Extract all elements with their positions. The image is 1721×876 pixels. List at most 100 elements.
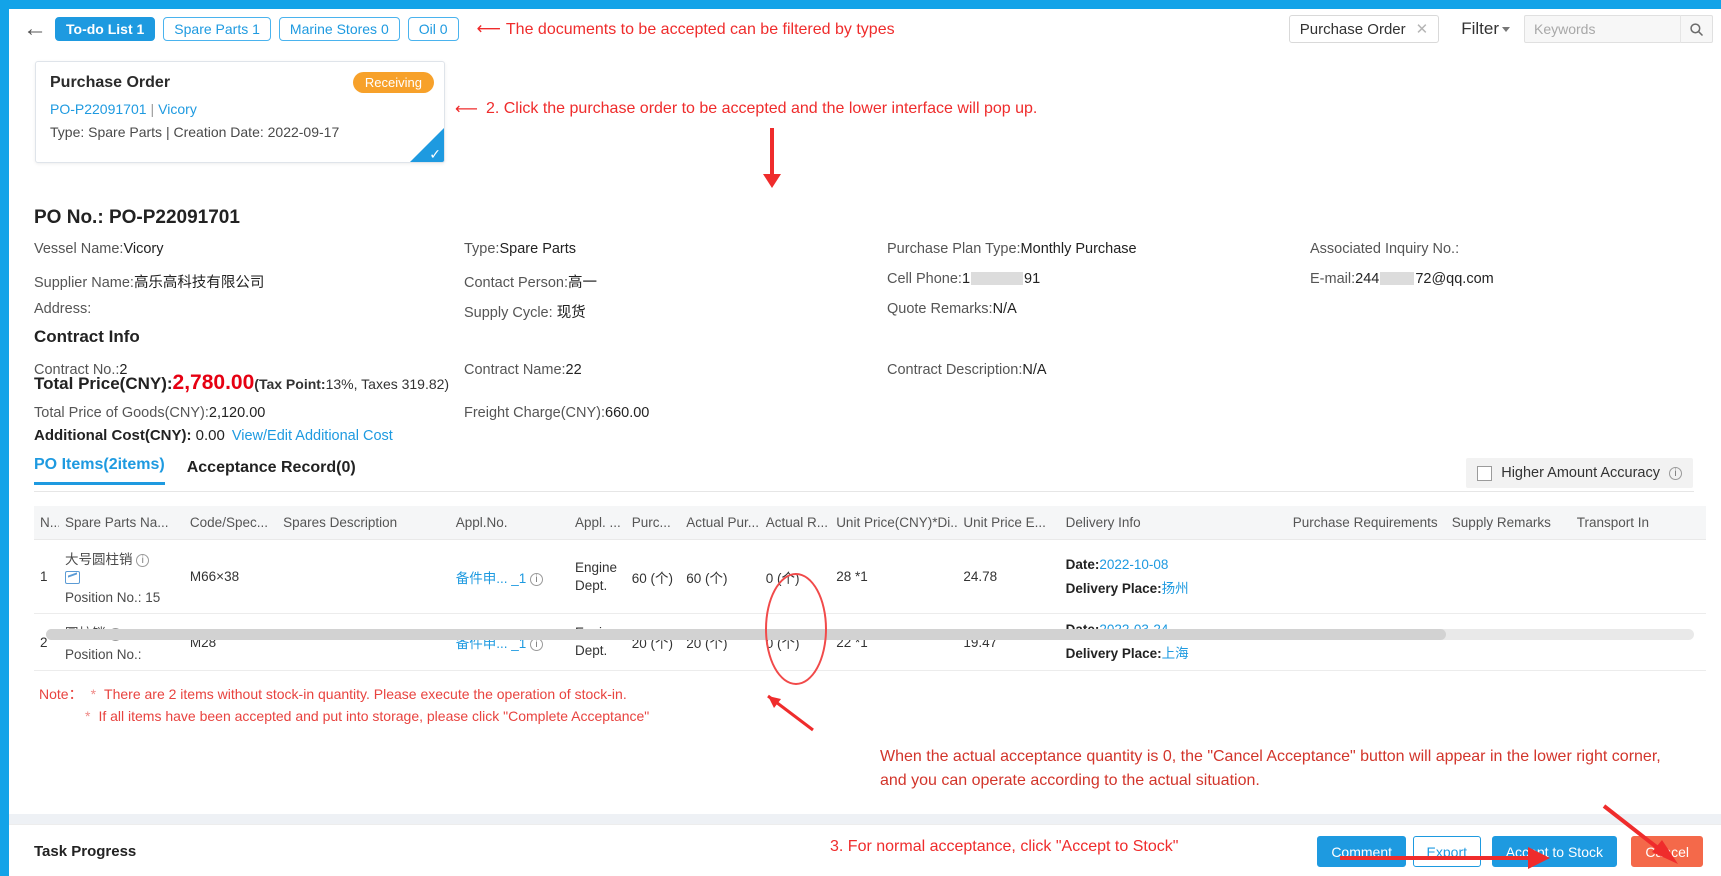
po-no-label: PO No.: bbox=[34, 207, 104, 228]
col-appl-no[interactable]: Appl.No. bbox=[449, 506, 569, 540]
delivery-place-label: Delivery Place: bbox=[1065, 580, 1162, 596]
left-accent-rail bbox=[0, 9, 9, 876]
card-vessel[interactable]: Vicory bbox=[158, 101, 197, 117]
cell-position-value: 15 bbox=[145, 590, 161, 605]
image-icon[interactable] bbox=[64, 571, 80, 584]
bullet-star-icon: * bbox=[85, 707, 91, 724]
tax-point-label: (Tax Point: bbox=[254, 376, 326, 392]
additional-cost-label: Additional Cost(CNY): bbox=[34, 427, 192, 444]
card-subtitle: PO-P22091701 | Vicory bbox=[50, 101, 197, 117]
scrollbar-thumb[interactable] bbox=[46, 629, 1446, 640]
field-email-value-suffix: 72@qq.com bbox=[1415, 271, 1494, 287]
col-supply-remarks[interactable]: Supply Remarks bbox=[1445, 506, 1571, 540]
cell-supply-remarks bbox=[1445, 539, 1571, 614]
check-mark-icon: ✓ bbox=[429, 146, 441, 162]
card-po-no[interactable]: PO-P22091701 bbox=[50, 101, 147, 117]
col-purc-qty[interactable]: Purc... bbox=[625, 506, 681, 540]
table-row[interactable]: 2 圆柱销 i Position No.: M28 bbox=[34, 613, 1706, 671]
col-purchase-requirements[interactable]: Purchase Requirements bbox=[1286, 506, 1446, 540]
search-box bbox=[1524, 15, 1713, 43]
field-total-price-of-goods-value: 2,120.00 bbox=[208, 405, 266, 421]
cell-appl-no-link[interactable]: 备件申... _1 bbox=[456, 571, 527, 586]
tax-info: (Tax Point:13%, Taxes 319.82) bbox=[254, 376, 449, 392]
field-supplier-name-label: Supplier Name: bbox=[34, 275, 134, 291]
field-contract-name-label: Contract Name: bbox=[464, 362, 566, 378]
po-items-table-wrap: N... Spare Parts Na... Code/Spec... Spar… bbox=[34, 506, 1706, 671]
field-cell-phone-value-suffix: 91 bbox=[1024, 271, 1041, 287]
col-appl-dept[interactable]: Appl. ... bbox=[568, 506, 626, 540]
col-unit-price-excl[interactable]: Unit Price E... bbox=[957, 506, 1060, 540]
col-spare-parts-name[interactable]: Spare Parts Na... bbox=[58, 506, 184, 540]
top-accent-bar bbox=[0, 0, 1721, 9]
col-spares-description[interactable]: Spares Description bbox=[277, 506, 450, 540]
cell-appl-no: 备件申... _1 i bbox=[449, 613, 569, 671]
active-filter-tag[interactable]: Purchase Order ✕ bbox=[1288, 15, 1440, 43]
cell-appl-no: 备件申... _1 i bbox=[449, 539, 569, 614]
search-input[interactable] bbox=[1525, 16, 1680, 42]
filter-chip-todo-list[interactable]: To-do List 1 bbox=[55, 17, 156, 41]
info-icon[interactable]: i bbox=[1669, 466, 1682, 480]
col-actual-recv-qty[interactable]: Actual R... bbox=[759, 506, 831, 540]
cell-spares-description bbox=[277, 613, 450, 671]
cell-transport-in bbox=[1570, 539, 1706, 614]
col-no[interactable]: N... bbox=[34, 506, 59, 540]
cell-position-label: Position No.: bbox=[64, 590, 142, 605]
tab-acceptance-record[interactable]: Acceptance Record(0) bbox=[187, 459, 356, 485]
cell-no: 2 bbox=[34, 613, 59, 671]
table-horizontal-scrollbar[interactable] bbox=[46, 629, 1694, 640]
col-code-spec[interactable]: Code/Spec... bbox=[183, 506, 278, 540]
filter-chip-marine-stores[interactable]: Marine Stores 0 bbox=[278, 17, 400, 41]
col-actual-pur-qty[interactable]: Actual Pur... bbox=[680, 506, 760, 540]
annotation-arrow-to-accept bbox=[1340, 847, 1550, 869]
field-vessel-name: Vessel Name:Vicory bbox=[34, 241, 164, 257]
annotation-filter-types-text: The documents to be accepted can be filt… bbox=[505, 21, 895, 38]
annotation-step-2-text: 2. Click the purchase order to be accept… bbox=[485, 100, 1038, 117]
field-vessel-name-label: Vessel Name: bbox=[34, 241, 124, 257]
annotation-step-3: 3. For normal acceptance, click "Accept … bbox=[830, 838, 1179, 855]
higher-amount-accuracy-label: Higher Amount Accuracy bbox=[1501, 465, 1660, 481]
field-freight-charge-label: Freight Charge(CNY): bbox=[464, 405, 606, 421]
arrow-left-icon: ⟵ bbox=[476, 19, 501, 38]
filter-chip-spare-parts[interactable]: Spare Parts 1 bbox=[163, 17, 271, 41]
cell-delivery-info: Date:2022-03-24 Delivery Place:上海 bbox=[1059, 613, 1287, 671]
cell-supply-remarks bbox=[1445, 613, 1571, 671]
cell-unit-price-discount: 22 *1 bbox=[830, 613, 958, 671]
task-progress-label: Task Progress bbox=[34, 843, 137, 860]
cell-spare-parts-name: 圆柱销 i Position No.: bbox=[58, 613, 184, 671]
field-email-value: 244 bbox=[1355, 271, 1380, 287]
info-icon[interactable]: i bbox=[136, 554, 150, 567]
field-contact-person-label: Contact Person: bbox=[464, 275, 568, 291]
page-title: PO No.: PO-P22091701 bbox=[34, 207, 240, 229]
higher-amount-accuracy-toggle[interactable]: Higher Amount Accuracy i bbox=[1466, 458, 1693, 488]
toolbar: ← To-do List 1 Spare Parts 1 Marine Stor… bbox=[9, 9, 1721, 49]
cell-appl-dept: Engine Dept. bbox=[568, 539, 626, 614]
field-supply-cycle-label: Supply Cycle: bbox=[464, 305, 557, 321]
annotation-arrow-to-cancel bbox=[1602, 804, 1678, 864]
checkbox-icon[interactable] bbox=[1477, 465, 1493, 481]
view-edit-additional-cost-link[interactable]: View/Edit Additional Cost bbox=[232, 428, 393, 444]
delivery-place-value: 上海 bbox=[1161, 646, 1189, 661]
back-arrow-icon[interactable]: ← bbox=[15, 9, 55, 49]
delivery-place-value: 扬州 bbox=[1161, 580, 1189, 596]
filter-chip-oil[interactable]: Oil 0 bbox=[407, 17, 459, 41]
col-transport-in[interactable]: Transport In bbox=[1570, 506, 1706, 540]
table-row[interactable]: 1 大号圆柱销 i Position No.: 15 M66×38 备件申...… bbox=[34, 539, 1706, 614]
filter-dropdown-label: Filter bbox=[1461, 19, 1499, 38]
field-associated-inquiry-no: Associated Inquiry No.: bbox=[1310, 241, 1459, 257]
col-unit-price-discount[interactable]: Unit Price(CNY)*Di... bbox=[830, 506, 958, 540]
tabs-divider bbox=[34, 491, 1694, 492]
purchase-order-card[interactable]: Purchase Order Receiving PO-P22091701 | Vi… bbox=[35, 61, 445, 163]
chip-label: To-do List 1 bbox=[66, 21, 145, 37]
po-items-table: N... Spare Parts Na... Code/Spec... Spar… bbox=[34, 506, 1706, 671]
field-contact-person-value: 高一 bbox=[567, 275, 597, 291]
info-icon[interactable]: i bbox=[530, 572, 543, 586]
col-delivery-info[interactable]: Delivery Info bbox=[1059, 506, 1287, 540]
search-icon[interactable] bbox=[1680, 15, 1712, 43]
tab-po-items-label: PO Items(2items) bbox=[34, 456, 165, 473]
detail-tabs: PO Items(2items) Acceptance Record(0) bbox=[34, 456, 356, 485]
close-icon[interactable]: ✕ bbox=[1416, 20, 1429, 38]
tab-po-items[interactable]: PO Items(2items) bbox=[34, 456, 165, 485]
total-price-label: Total Price(CNY): bbox=[34, 374, 173, 393]
field-supplier-name: Supplier Name:高乐高科技有限公司 bbox=[34, 271, 264, 292]
filter-dropdown[interactable]: Filter bbox=[1461, 19, 1510, 39]
